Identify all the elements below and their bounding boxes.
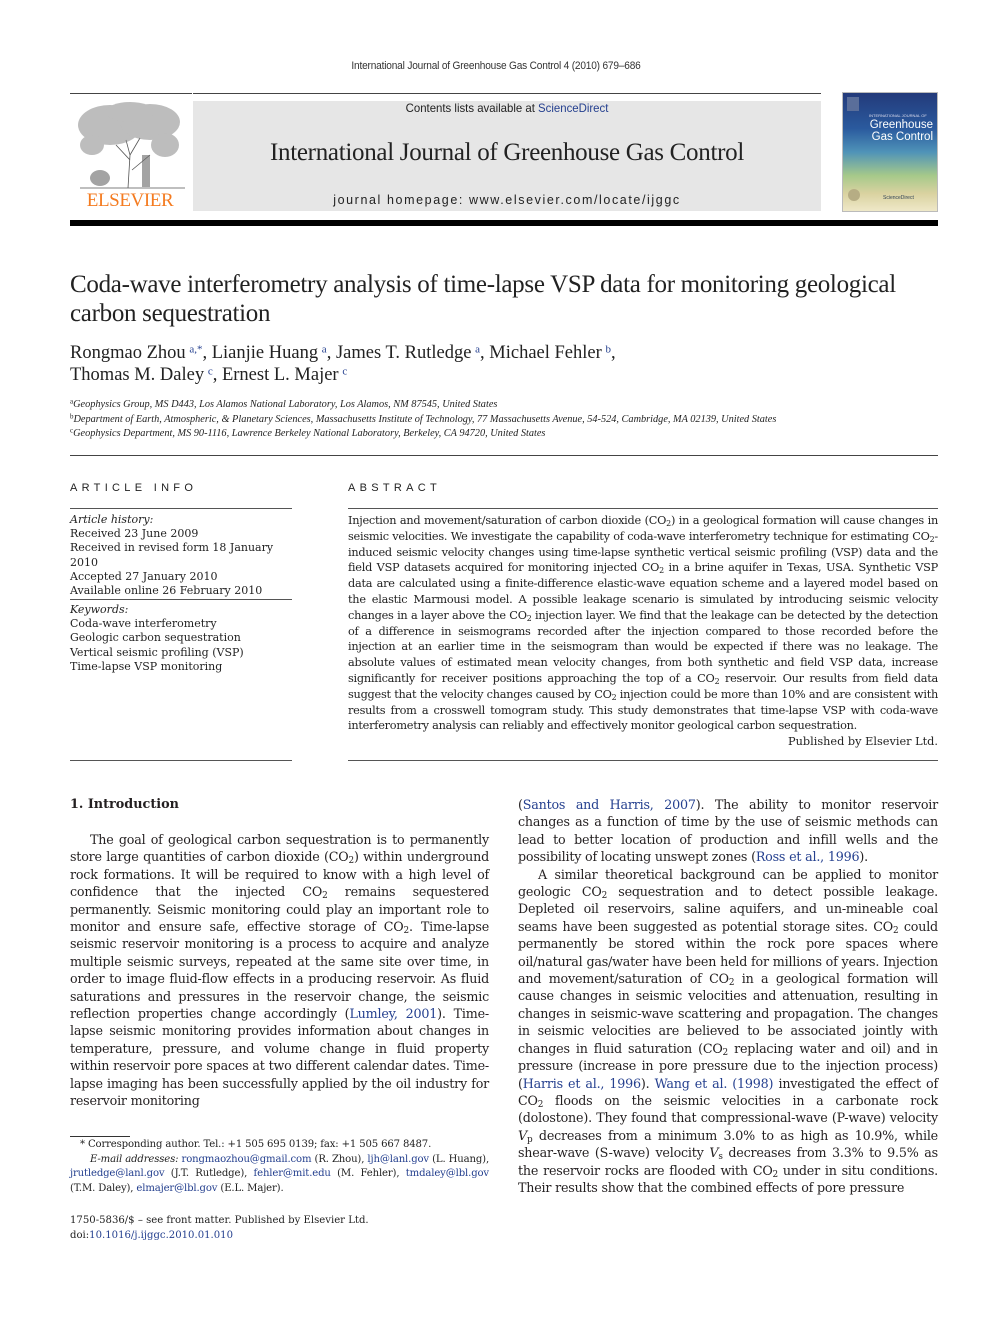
body-column-left: The goal of geological carbon sequestrat… [70,831,489,1110]
doi: doi:10.1016/j.ijggc.2010.01.010 [70,1230,234,1241]
keyword: Time-lapse VSP monitoring [70,659,223,673]
keyword: Coda-wave interferometry [70,617,217,631]
history-label: Article history: [70,513,154,526]
contents-line: Contents lists available at ScienceDirec… [209,101,806,115]
article-history: Article history: Received 23 June 2009 R… [70,513,292,598]
paragraph: The goal of geological carbon sequestrat… [70,832,490,1109]
history-item: Available online 26 February 2010 [70,584,263,598]
citation-link[interactable]: Lumley, 2001 [349,1006,437,1021]
contents-prefix: Contents lists available at [405,101,539,115]
author[interactable]: Lianjie Huang a [212,343,327,363]
footnotes: * Corresponding author. Tel.: +1 505 695… [70,1138,489,1196]
affiliations: aGeophysics Group, MS D443, Los Alamos N… [70,398,950,442]
header-rule-left [70,93,192,94]
keyword: Geologic carbon sequestration [70,631,241,645]
citation-link[interactable]: Ross et al., 1996 [756,849,860,864]
elsevier-wordmark: ELSEVIER [86,190,174,211]
divider [348,508,938,509]
running-head: International Journal of Greenhouse Gas … [351,60,641,72]
cover-seal-icon [848,189,860,201]
abstract-heading: ABSTRACT [348,482,442,494]
author[interactable]: Thomas M. Daley c [70,365,213,385]
email-link[interactable]: elmajer@lbl.gov [136,1183,217,1194]
article-info-heading: ARTICLE INFO [70,482,198,494]
keywords: Keywords: Coda-wave interferometry Geolo… [70,603,292,674]
issn-line: 1750-5836/$ – see front matter. Publishe… [70,1213,369,1243]
journal-masthead: Contents lists available at ScienceDirec… [193,101,821,211]
cover-title: Greenhouse Gas Control [869,119,933,143]
author[interactable]: Michael Fehler b [489,343,611,363]
section-heading-introduction: 1. Introduction [70,797,179,812]
email-link[interactable]: ljh@lanl.gov [367,1154,429,1165]
email-addresses: E-mail addresses: rongmaozhou@gmail.com … [70,1153,490,1194]
section-divider [70,455,938,456]
divider [70,508,292,509]
history-item: Received in revised form 18 January 2010 [70,541,274,569]
journal-homepage[interactable]: journal homepage: www.elsevier.com/locat… [193,193,821,207]
keywords-label: Keywords: [70,603,129,616]
corresponding-author-note: * Corresponding author. Tel.: +1 505 695… [80,1139,432,1150]
divider [348,760,938,761]
elsevier-logo[interactable]: ELSEVIER [70,100,190,212]
history-item: Received 23 June 2009 [70,527,199,541]
paragraph: A similar theoretical background can be … [518,866,938,1195]
header-thick-rule [70,220,938,226]
journal-cover-thumbnail[interactable]: INTERNATIONAL JOURNAL OF Greenhouse Gas C… [842,92,938,212]
author[interactable]: James T. Rutledge a [336,343,480,363]
elsevier-tree-icon [78,102,185,189]
author-list: Rongmao Zhou a,*, Lianjie Huang a, James… [70,343,616,385]
affiliation: bDepartment of Earth, Atmospheric, & Pla… [70,412,777,425]
sciencedirect-link[interactable]: ScienceDirect [538,101,608,115]
email-link[interactable]: jrutledge@lanl.gov [70,1168,165,1179]
author[interactable]: Ernest L. Majer c [222,365,347,385]
email-link[interactable]: fehler@mit.edu [254,1168,331,1179]
front-matter-note: 1750-5836/$ – see front matter. Publishe… [70,1215,369,1226]
affiliation: cGeophysics Department, MS 90-1116, Lawr… [70,426,546,440]
cover-elsevier-emblem-icon [847,97,859,111]
history-item: Accepted 27 January 2010 [70,569,218,583]
paragraph: (Santos and Harris, 2007). The ability t… [518,797,938,865]
footnote-rule [70,1136,130,1137]
article-title: Coda-wave interferometry analysis of tim… [70,271,896,327]
citation-link[interactable]: Harris et al., 1996 [523,1076,641,1091]
divider [70,599,292,600]
header-rule [193,93,821,94]
keyword: Vertical seismic profiling (VSP) [70,645,244,659]
citation-link[interactable]: Wang et al. (1998) [655,1076,774,1091]
cover-footer: ScienceDirect [883,195,914,201]
divider [70,760,292,761]
published-by: Published by Elsevier Ltd. [788,735,938,748]
author[interactable]: Rongmao Zhou a,* [70,343,202,363]
body-column-right: (Santos and Harris, 2007). The ability t… [518,796,938,1196]
doi-link[interactable]: 10.1016/j.ijggc.2010.01.010 [89,1230,233,1241]
email-link[interactable]: rongmaozhou@gmail.com [182,1154,312,1165]
citation-link[interactable]: Santos and Harris, 2007 [523,797,696,812]
cover-small-text: INTERNATIONAL JOURNAL OF [869,113,927,118]
affiliation: aGeophysics Group, MS D443, Los Alamos N… [70,397,498,410]
abstract-text: Injection and movement/saturation of car… [348,514,939,733]
journal-title: International Journal of Greenhouse Gas … [270,139,744,166]
email-link[interactable]: tmdaley@lbl.gov [406,1168,489,1179]
